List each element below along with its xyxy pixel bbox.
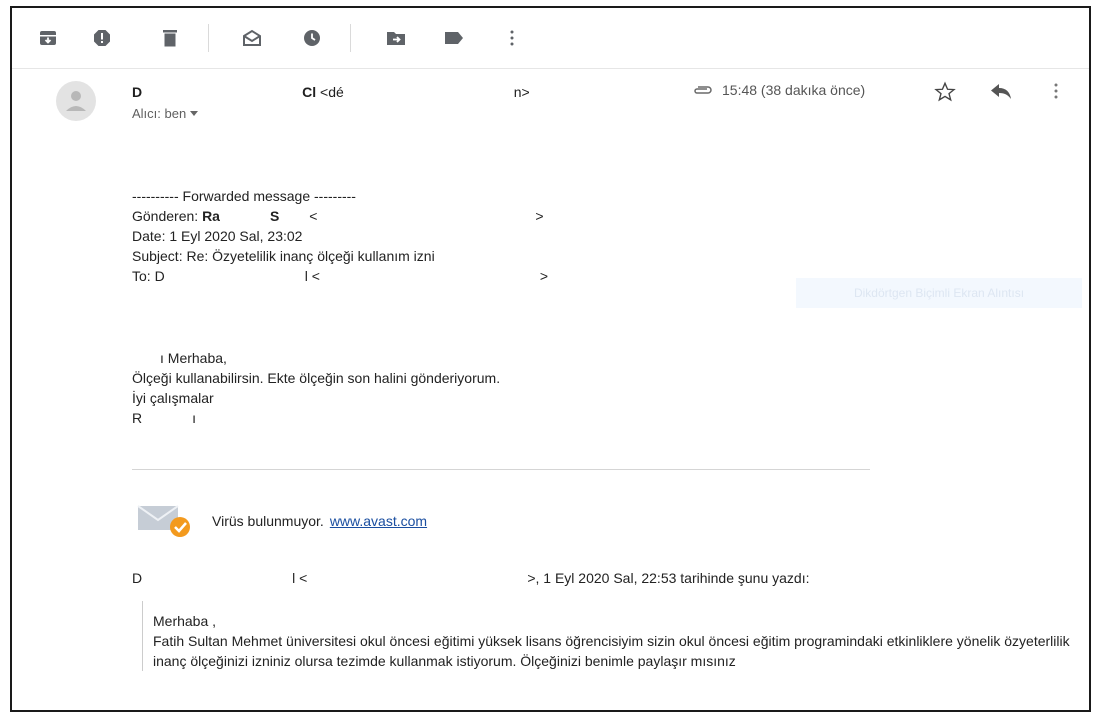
virus-status-text: Virüs bulunmuyor. [212, 513, 324, 529]
mark-unread-icon[interactable] [242, 28, 262, 48]
quote-email-close: >, [527, 570, 540, 586]
message-time: 15:48 (38 dakıka önce) [722, 82, 866, 98]
quoted-message: Merhaba , Fatih Sultan Mehmet üniversite… [142, 601, 1089, 671]
redaction [317, 210, 536, 225]
quote-email-open: < [299, 570, 308, 586]
redaction [142, 572, 293, 587]
from-email-close: > [535, 208, 544, 224]
to-name-tail: l [304, 268, 308, 284]
from-name-a: Ra [202, 208, 220, 224]
sender-avatar[interactable] [56, 81, 96, 121]
to-email-close: > [539, 268, 549, 284]
from-name-b: S [269, 208, 280, 224]
sender-name-initial: D [132, 84, 143, 100]
reply-signature: Rı [132, 408, 196, 428]
toolbar-divider [208, 24, 209, 52]
redaction [164, 270, 305, 285]
from-email-open: < [309, 208, 318, 224]
caret-down-icon [190, 111, 199, 116]
more-options-icon[interactable] [1054, 83, 1058, 104]
forward-from: Gönderen: Ra S < > [132, 206, 544, 226]
quote-body: Fatih Sultan Mehmet üniversitesi okul ön… [153, 633, 1070, 669]
redaction [279, 210, 306, 225]
sender-email-open: <dé [320, 84, 344, 100]
snooze-icon[interactable] [302, 28, 322, 48]
envelope-check-icon [136, 502, 194, 540]
signature-a: R [132, 410, 143, 426]
label-icon[interactable] [444, 28, 464, 48]
to-email-open: < [311, 268, 320, 284]
recipient-details[interactable]: Alıcı: ben [132, 106, 199, 121]
redaction [343, 86, 514, 101]
forward-date: Date: 1 Eyl 2020 Sal, 23:02 [132, 228, 303, 244]
redaction [319, 270, 540, 285]
report-spam-icon[interactable] [92, 28, 112, 48]
person-icon [66, 91, 86, 111]
redaction [142, 86, 303, 101]
redaction [219, 210, 270, 225]
to-label: To: D [132, 268, 165, 284]
quote-greeting: Merhaba , [153, 613, 217, 629]
recipient-label: Alıcı: ben [132, 106, 187, 121]
from-label: Gönderen: [132, 208, 199, 224]
redaction [307, 572, 528, 587]
sender-name-tail: Cl [302, 84, 317, 100]
redaction [142, 412, 193, 427]
more-vert-icon[interactable] [502, 28, 522, 48]
archive-icon[interactable] [38, 28, 58, 48]
redaction [132, 352, 160, 367]
snip-overlay-caption: Dikdörtgen Biçimli Ekran Alıntısı [796, 278, 1082, 308]
reply-line-1: Ölçeği kullanabilirsin. Ekte ölçeğin son… [132, 370, 501, 386]
quote-name-initial: D [132, 570, 143, 586]
forward-subject: Subject: Re: Özyetelilik inanç ölçeği ku… [132, 248, 435, 264]
avast-link[interactable]: www.avast.com [330, 513, 427, 529]
email-window: D Cl <dé n> Alıcı: ben 15:48 (38 dakıka ön… [10, 6, 1091, 712]
sender-line[interactable]: D Cl <dé n> [132, 84, 530, 101]
reply-greeting: ı Merhaba, [132, 348, 227, 368]
signature-b: ı [192, 410, 197, 426]
sender-email-close: n> [513, 84, 530, 100]
quote-header: Dl < >, 1 Eyl 2020 Sal, 22:53 tarihinde ş… [132, 568, 809, 588]
reply-line-2: İyi çalışmalar [132, 390, 214, 406]
move-to-icon[interactable] [386, 28, 406, 48]
attachment-icon [692, 84, 714, 96]
reply-greeting-text: ı Merhaba, [160, 350, 227, 366]
star-icon[interactable] [934, 81, 956, 108]
toolbar-divider [350, 24, 351, 52]
quote-written-line: 1 Eyl 2020 Sal, 22:53 tarihinde şunu yaz… [543, 570, 810, 586]
quote-name-tail: l [292, 570, 296, 586]
reply-icon[interactable] [990, 83, 1012, 104]
toolbar [12, 8, 1089, 69]
delete-icon[interactable] [160, 28, 180, 48]
avast-signature: Virüs bulunmuyor. www.avast.com [136, 502, 427, 540]
forward-to: To: D l < > [132, 266, 548, 286]
message-meta: 15:48 (38 dakıka önce) [692, 82, 865, 98]
forward-banner: ---------- Forwarded message --------- [132, 188, 356, 204]
signature-divider [132, 469, 870, 470]
